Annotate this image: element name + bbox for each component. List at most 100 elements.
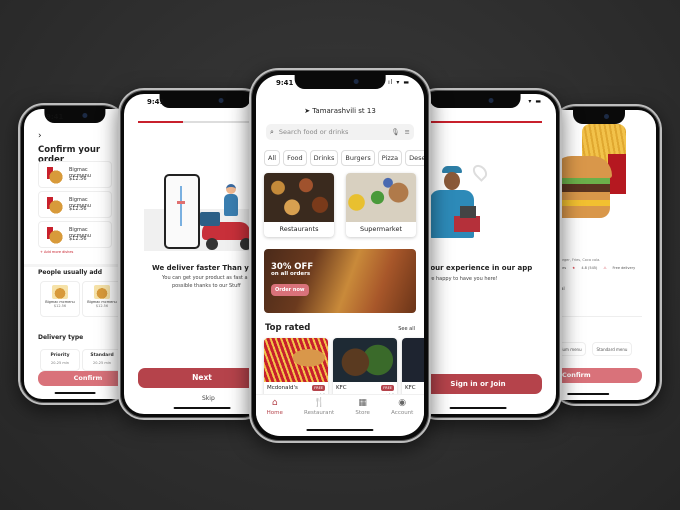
skip-button[interactable]: Skip [202,395,215,402]
notch [572,110,625,124]
onboarding-title: oy your experience in our app [414,264,533,272]
status-time: 9:41 [46,113,64,121]
category-supermarket[interactable]: Supermarket [346,173,416,237]
divider [552,316,642,317]
confirm-button[interactable]: Confirm [552,368,642,383]
home-indicator [567,393,610,395]
chip-pizza[interactable]: Pizza [377,150,403,166]
onboarding-subtitle: possible thanks to our Stuff [172,283,241,289]
section-title: People usually add [38,269,103,276]
product-screen: u eseburger, Fries, Coca cola. minutes ★… [552,110,656,400]
signin-screen: ▾ ▬ oy your experience in our app We are… [414,94,556,414]
category-label: Supermarket [360,225,402,233]
tab-label: Store [355,410,370,416]
restaurant-card[interactable]: KFC 40-50 min [402,338,424,398]
suggested-item[interactable]: Bigmac mcmenu $12.56 [82,281,122,317]
restaurant-name: Mcdonald's [267,385,298,391]
tab-label: Restaurant [304,410,335,416]
item-price: $12.56 [53,304,67,308]
tab-home[interactable]: ⌂ Home [267,395,283,422]
promo-banner[interactable]: 30% OFF on all orders Order now [264,249,416,313]
delivery-option-standard[interactable]: Standard 20-25 min [82,349,122,371]
tab-restaurant[interactable]: 🍴 Restaurant [304,395,334,422]
phone-confirm-order: 9:41 › Confirm your order Bigmac mcmenu … [18,103,128,405]
next-button[interactable]: Next [138,368,266,388]
tab-account[interactable]: ◉ Account [391,395,413,422]
free-badge: FREE [381,385,394,391]
burger-thumbnail [45,225,65,245]
restaurant-name: KFC [336,385,347,391]
status-icons: ıl ▾ ▬ [388,79,410,86]
status-time: 9:41 [147,98,165,106]
home-indicator [306,429,374,431]
onboarding-progress [138,121,266,123]
home-screen: 9:41 ıl ▾ ▬ ➤ Tamarashvili st 13 ⌕ Searc… [256,75,424,436]
wheel [206,238,218,250]
divider [24,264,126,267]
option-time: 20-25 min [51,361,69,365]
see-all-link[interactable]: See all [398,326,415,332]
delivery-box [200,212,220,226]
free-badge: FREE [312,385,325,391]
bottom-tab-bar: ⌂ Home 🍴 Restaurant ▦ Store ◉ Account [256,394,424,422]
phone-illustration [164,174,200,249]
back-icon[interactable]: › [38,131,42,141]
star-icon: ★ [572,266,576,270]
account-icon: ◉ [398,398,407,408]
order-item[interactable]: Bigmac mcmenu $12.56 [38,161,112,188]
notch [294,75,386,89]
onboarding-subtitle: You can get your product as fast a [162,275,248,281]
restaurant-image [402,338,424,382]
tab-store[interactable]: ▦ Store [355,395,370,422]
tab-label: Home [266,410,283,416]
onboarding-progress [414,121,542,123]
order-now-button[interactable]: Order now [271,284,309,296]
chip-drinks[interactable]: Drinks [309,150,339,166]
courier-body [224,194,238,216]
onboarding-screen: 9:41 We deliver faster Than you th You c… [124,94,266,414]
product-meta: minutes ★ 4.8 (545) ⚠ Free delivery [552,266,635,270]
microphone-icon[interactable]: 🎙 [391,128,399,136]
home-icon: ⌂ [271,398,278,408]
restaurant-image [264,338,328,382]
home-indicator [173,407,231,409]
item-price: $12.56 [95,304,109,308]
chip-food[interactable]: Food [283,150,307,166]
restaurant-card[interactable]: KFC FREE 40-50 min ★4.6 [333,338,397,398]
route-line [180,186,182,226]
meta-rating: 4.8 (545) [581,266,598,270]
item-price: $12.56 [69,236,87,242]
add-more-dishes-link[interactable]: + Add more dishes [40,250,73,254]
sign-in-button[interactable]: Sign in or Join [414,374,542,394]
package [454,216,480,232]
filter-icon[interactable]: ≡ [405,128,410,136]
order-item[interactable]: Bigmac mcmenu $12.56 [38,191,112,218]
progress-fill [138,121,183,123]
item-price: $12.56 [69,176,87,182]
courier-head [444,172,460,190]
burger-thumbnail [52,285,68,299]
category-restaurants[interactable]: Restaurants [264,173,334,237]
chip-all[interactable]: All [264,150,281,166]
restaurant-name: KFC [405,385,416,391]
home-indicator [449,407,507,409]
courier-illustration [414,154,534,254]
delivery-icon: ⚠ [603,266,607,270]
suggested-item[interactable]: Bigmac mcmenu $12.56 [40,281,80,317]
delivery-option-priority[interactable]: Priority 20-25 min [40,349,80,371]
navigation-arrow-icon: ➤ [304,107,311,115]
confirm-button[interactable]: Confirm [38,371,126,386]
chip-burgers[interactable]: Burgers [341,150,375,166]
restaurant-card[interactable]: Mcdonald's FREE 40-50 min ★4.6 [264,338,328,398]
search-input[interactable]: Search food or drinks [279,128,386,136]
chip-deserts[interactable]: Deserts [405,150,424,166]
location-header[interactable]: ➤ Tamarashvili st 13 [256,107,424,115]
order-item[interactable]: Bigmac mcmenu $12.56 [38,221,112,248]
item-price: $12.56 [69,206,87,212]
home-indicator [54,392,96,394]
search-bar[interactable]: ⌕ Search food or drinks 🎙 ≡ [266,124,414,140]
menu-option-standard[interactable]: Standard menu [592,342,632,356]
delivery-illustration [144,154,266,254]
meta-delivery: Free delivery [612,266,636,270]
supermarket-image [346,173,416,222]
